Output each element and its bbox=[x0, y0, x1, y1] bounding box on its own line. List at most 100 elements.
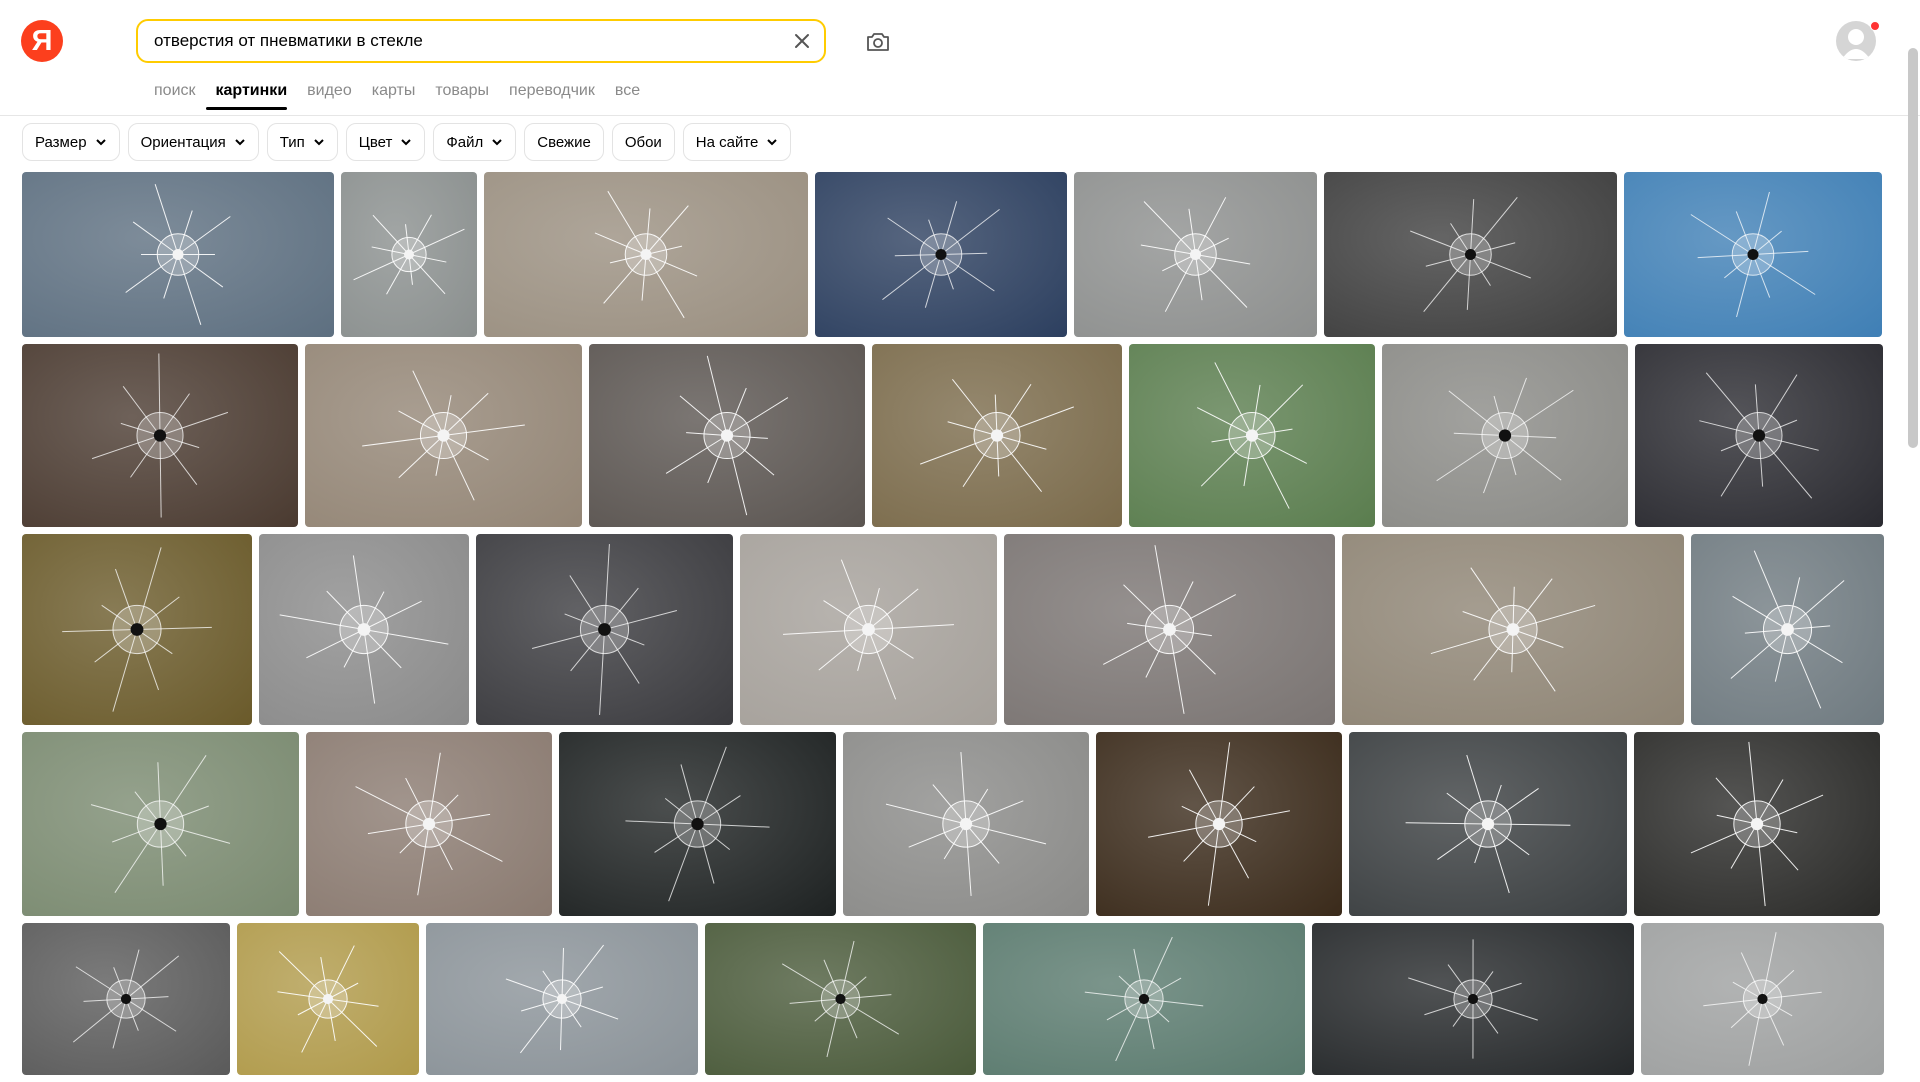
image-thumbnail[interactable] bbox=[22, 172, 334, 337]
glass-crack-graphic bbox=[1624, 172, 1882, 337]
tab-video[interactable]: видео bbox=[297, 80, 362, 110]
tab-all[interactable]: все bbox=[605, 80, 650, 110]
chevron-down-icon bbox=[400, 136, 412, 148]
filter-file[interactable]: Файл bbox=[433, 123, 516, 161]
glass-crack-graphic bbox=[1635, 344, 1883, 527]
glass-crack-graphic bbox=[740, 534, 997, 725]
glass-crack-graphic bbox=[983, 923, 1305, 1075]
chevron-down-icon bbox=[234, 136, 246, 148]
image-row bbox=[22, 344, 1882, 527]
image-row bbox=[22, 534, 1882, 725]
filter-label: Обои bbox=[625, 134, 662, 151]
glass-crack-graphic bbox=[1382, 344, 1628, 527]
scrollbar[interactable] bbox=[1908, 48, 1918, 448]
image-thumbnail[interactable] bbox=[983, 923, 1305, 1075]
header: Я поиск картинки видео карты товары пере… bbox=[0, 0, 1920, 116]
glass-crack-graphic bbox=[1129, 344, 1375, 527]
image-results-grid bbox=[22, 172, 1882, 1082]
image-thumbnail[interactable] bbox=[1382, 344, 1628, 527]
filter-on-site[interactable]: На сайте bbox=[683, 123, 792, 161]
glass-crack-graphic bbox=[1324, 172, 1617, 337]
image-thumbnail[interactable] bbox=[740, 534, 997, 725]
image-thumbnail[interactable] bbox=[589, 344, 865, 527]
image-thumbnail[interactable] bbox=[1641, 923, 1884, 1075]
image-thumbnail[interactable] bbox=[341, 172, 477, 337]
image-thumbnail[interactable] bbox=[22, 534, 252, 725]
glass-crack-graphic bbox=[1691, 534, 1884, 725]
glass-crack-graphic bbox=[705, 923, 976, 1075]
image-thumbnail[interactable] bbox=[476, 534, 733, 725]
image-thumbnail[interactable] bbox=[237, 923, 419, 1075]
image-thumbnail[interactable] bbox=[705, 923, 976, 1075]
glass-crack-graphic bbox=[341, 172, 477, 337]
image-thumbnail[interactable] bbox=[815, 172, 1067, 337]
filter-size[interactable]: Размер bbox=[22, 123, 120, 161]
image-thumbnail[interactable] bbox=[1074, 172, 1317, 337]
tab-search[interactable]: поиск bbox=[154, 80, 206, 110]
image-thumbnail[interactable] bbox=[22, 732, 299, 916]
image-thumbnail[interactable] bbox=[306, 732, 552, 916]
camera-icon[interactable] bbox=[863, 28, 893, 56]
glass-crack-graphic bbox=[22, 732, 299, 916]
image-thumbnail[interactable] bbox=[1342, 534, 1684, 725]
filter-color[interactable]: Цвет bbox=[346, 123, 426, 161]
filter-fresh[interactable]: Свежие bbox=[524, 123, 604, 161]
image-row bbox=[22, 923, 1882, 1075]
tab-translator[interactable]: переводчик bbox=[499, 80, 605, 110]
glass-crack-graphic bbox=[1004, 534, 1335, 725]
image-thumbnail[interactable] bbox=[559, 732, 836, 916]
glass-crack-graphic bbox=[22, 534, 252, 725]
glass-crack-graphic bbox=[306, 732, 552, 916]
yandex-logo[interactable]: Я bbox=[21, 20, 63, 62]
filter-type[interactable]: Тип bbox=[267, 123, 338, 161]
filter-label: Тип bbox=[280, 134, 305, 151]
glass-crack-graphic bbox=[426, 923, 698, 1075]
glass-crack-graphic bbox=[1074, 172, 1317, 337]
image-thumbnail[interactable] bbox=[1691, 534, 1884, 725]
image-thumbnail[interactable] bbox=[22, 923, 230, 1075]
image-thumbnail[interactable] bbox=[484, 172, 808, 337]
filter-orientation[interactable]: Ориентация bbox=[128, 123, 259, 161]
image-thumbnail[interactable] bbox=[305, 344, 582, 527]
image-thumbnail[interactable] bbox=[1004, 534, 1335, 725]
close-icon[interactable] bbox=[788, 27, 816, 55]
chevron-down-icon bbox=[766, 136, 778, 148]
glass-crack-graphic bbox=[559, 732, 836, 916]
filter-label: Свежие bbox=[537, 134, 591, 151]
glass-crack-graphic bbox=[872, 344, 1122, 527]
image-thumbnail[interactable] bbox=[259, 534, 469, 725]
image-thumbnail[interactable] bbox=[1634, 732, 1880, 916]
filter-label: На сайте bbox=[696, 134, 759, 151]
glass-crack-graphic bbox=[22, 344, 298, 527]
chevron-down-icon bbox=[313, 136, 325, 148]
glass-crack-graphic bbox=[1349, 732, 1627, 916]
glass-crack-graphic bbox=[1641, 923, 1884, 1075]
notification-dot bbox=[1870, 21, 1880, 31]
search-input[interactable] bbox=[154, 21, 774, 61]
image-thumbnail[interactable] bbox=[843, 732, 1089, 916]
glass-crack-graphic bbox=[1634, 732, 1880, 916]
tab-maps[interactable]: карты bbox=[362, 80, 426, 110]
image-thumbnail[interactable] bbox=[1635, 344, 1883, 527]
image-thumbnail[interactable] bbox=[872, 344, 1122, 527]
image-thumbnail[interactable] bbox=[22, 344, 298, 527]
glass-crack-graphic bbox=[484, 172, 808, 337]
image-thumbnail[interactable] bbox=[426, 923, 698, 1075]
glass-crack-graphic bbox=[589, 344, 865, 527]
glass-crack-graphic bbox=[815, 172, 1067, 337]
glass-crack-graphic bbox=[476, 534, 733, 725]
glass-crack-graphic bbox=[1342, 534, 1684, 725]
image-thumbnail[interactable] bbox=[1312, 923, 1634, 1075]
filter-label: Ориентация bbox=[141, 134, 226, 151]
image-thumbnail[interactable] bbox=[1349, 732, 1627, 916]
image-thumbnail[interactable] bbox=[1324, 172, 1617, 337]
image-thumbnail[interactable] bbox=[1129, 344, 1375, 527]
image-row bbox=[22, 732, 1882, 916]
filter-wallpapers[interactable]: Обои bbox=[612, 123, 675, 161]
image-thumbnail[interactable] bbox=[1624, 172, 1882, 337]
image-thumbnail[interactable] bbox=[1096, 732, 1342, 916]
filter-label: Файл bbox=[446, 134, 483, 151]
tab-products[interactable]: товары bbox=[425, 80, 499, 110]
tab-images[interactable]: картинки bbox=[206, 80, 298, 110]
search-tabs: поиск картинки видео карты товары перево… bbox=[154, 80, 650, 110]
